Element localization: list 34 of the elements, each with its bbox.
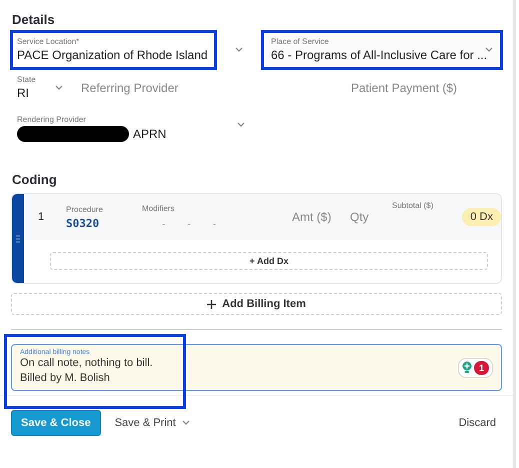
procedure-code[interactable]: S0320: [66, 216, 142, 230]
section-title: Coding: [12, 172, 58, 187]
field-label: Rendering Provider: [17, 115, 87, 124]
diagnosis-count-badge: 0 Dx: [462, 208, 501, 226]
chevron-icon[interactable]: [182, 420, 190, 426]
writing-assistant-badge[interactable]: 1: [458, 358, 493, 378]
discard-button[interactable]: Discard: [452, 416, 502, 430]
field-label: State: [17, 75, 37, 84]
add-billing-item-button[interactable]: Add Billing Item: [11, 293, 502, 315]
chevron-icon[interactable]: [55, 85, 63, 91]
field-value[interactable]: RI: [17, 86, 49, 101]
plus-icon: [207, 300, 216, 308]
grip-icon[interactable]: [16, 234, 20, 242]
field-value[interactable]: 66 - Programs of All-Inclusive Care for ...: [271, 48, 485, 63]
add-dx-button[interactable]: + Add Dx: [50, 252, 488, 270]
lightbulb-icon: [462, 361, 472, 374]
referring-provider-field[interactable]: Referring Provider: [81, 81, 351, 95]
patient-payment-field[interactable]: Patient Payment ($): [351, 81, 458, 95]
item-number: 1: [38, 211, 46, 223]
section-title: Details: [12, 12, 56, 27]
chevron-icon[interactable]: [235, 47, 243, 53]
chevron-icon[interactable]: [237, 122, 245, 128]
field-label: Modifiers: [142, 204, 176, 213]
drag-handle[interactable]: [12, 194, 24, 283]
field-label: Place of Service: [271, 37, 330, 46]
notes-text[interactable]: On call note, nothing to bill. Billed by M. Bolish: [20, 356, 153, 386]
chevron-icon[interactable]: [485, 47, 493, 53]
field-label: Service Location*: [17, 37, 80, 46]
field-value[interactable]: PACE Organization of Rhode Island: [17, 48, 209, 63]
field-value[interactable]: APRN: [133, 126, 166, 142]
field-label: Subtotal ($): [392, 201, 434, 210]
save-print-button[interactable]: Save & Print: [108, 416, 196, 430]
issue-count: 1: [474, 360, 489, 374]
field-label: Procedure: [66, 204, 104, 214]
